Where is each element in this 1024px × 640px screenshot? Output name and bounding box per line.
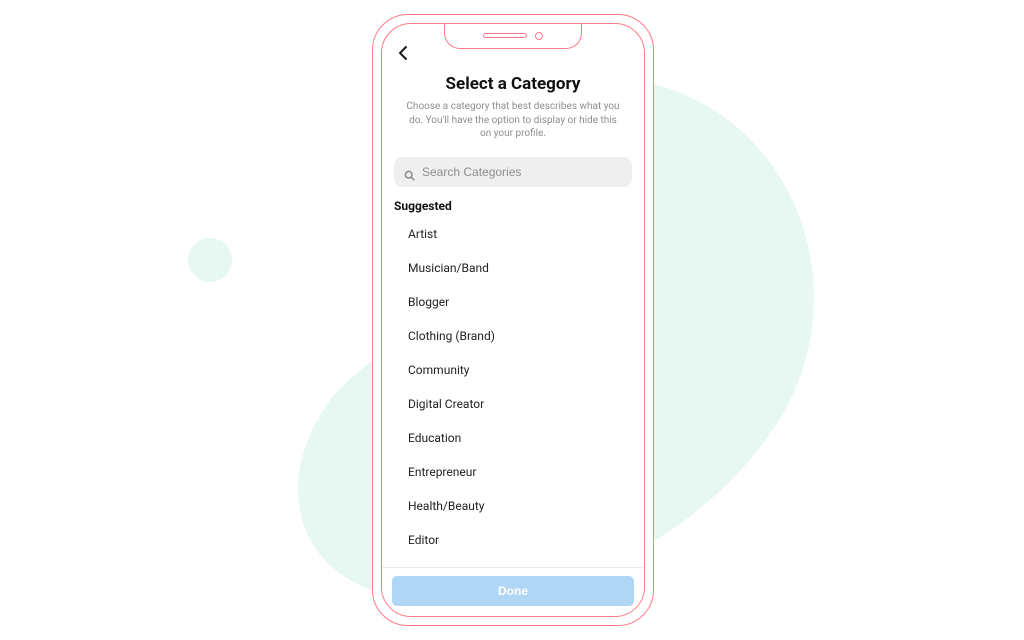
page-subtitle: Choose a category that best describes wh…: [392, 94, 634, 141]
back-button[interactable]: [394, 44, 412, 62]
content-area: Select a Category Choose a category that…: [382, 66, 644, 616]
done-button[interactable]: Done: [392, 576, 634, 606]
list-item[interactable]: Artist: [392, 217, 634, 251]
search-input[interactable]: [422, 165, 622, 179]
suggested-label: Suggested: [394, 199, 632, 213]
search-icon: [404, 166, 415, 177]
list-item[interactable]: Clothing (Brand): [392, 319, 634, 353]
list-item[interactable]: Entrepreneur: [392, 455, 634, 489]
list-item[interactable]: Education: [392, 421, 634, 455]
phone-notch: [444, 23, 582, 49]
list-item[interactable]: Blogger: [392, 285, 634, 319]
footer-bar: Done: [382, 567, 644, 616]
list-item[interactable]: Digital Creator: [392, 387, 634, 421]
phone-frame-outer: Select a Category Choose a category that…: [372, 14, 654, 626]
list-item[interactable]: Health/Beauty: [392, 489, 634, 523]
page-title: Select a Category: [392, 74, 634, 94]
speaker-icon: [483, 33, 527, 38]
phone-frame-inner: Select a Category Choose a category that…: [381, 23, 645, 617]
search-field[interactable]: [394, 157, 632, 187]
camera-icon: [535, 32, 543, 40]
list-item[interactable]: Community: [392, 353, 634, 387]
suggested-list: Artist Musician/Band Blogger Clothing (B…: [392, 217, 634, 557]
chevron-left-icon: [398, 45, 408, 61]
list-item[interactable]: Editor: [392, 523, 634, 557]
list-item[interactable]: Musician/Band: [392, 251, 634, 285]
screen: Select a Category Choose a category that…: [382, 24, 644, 616]
